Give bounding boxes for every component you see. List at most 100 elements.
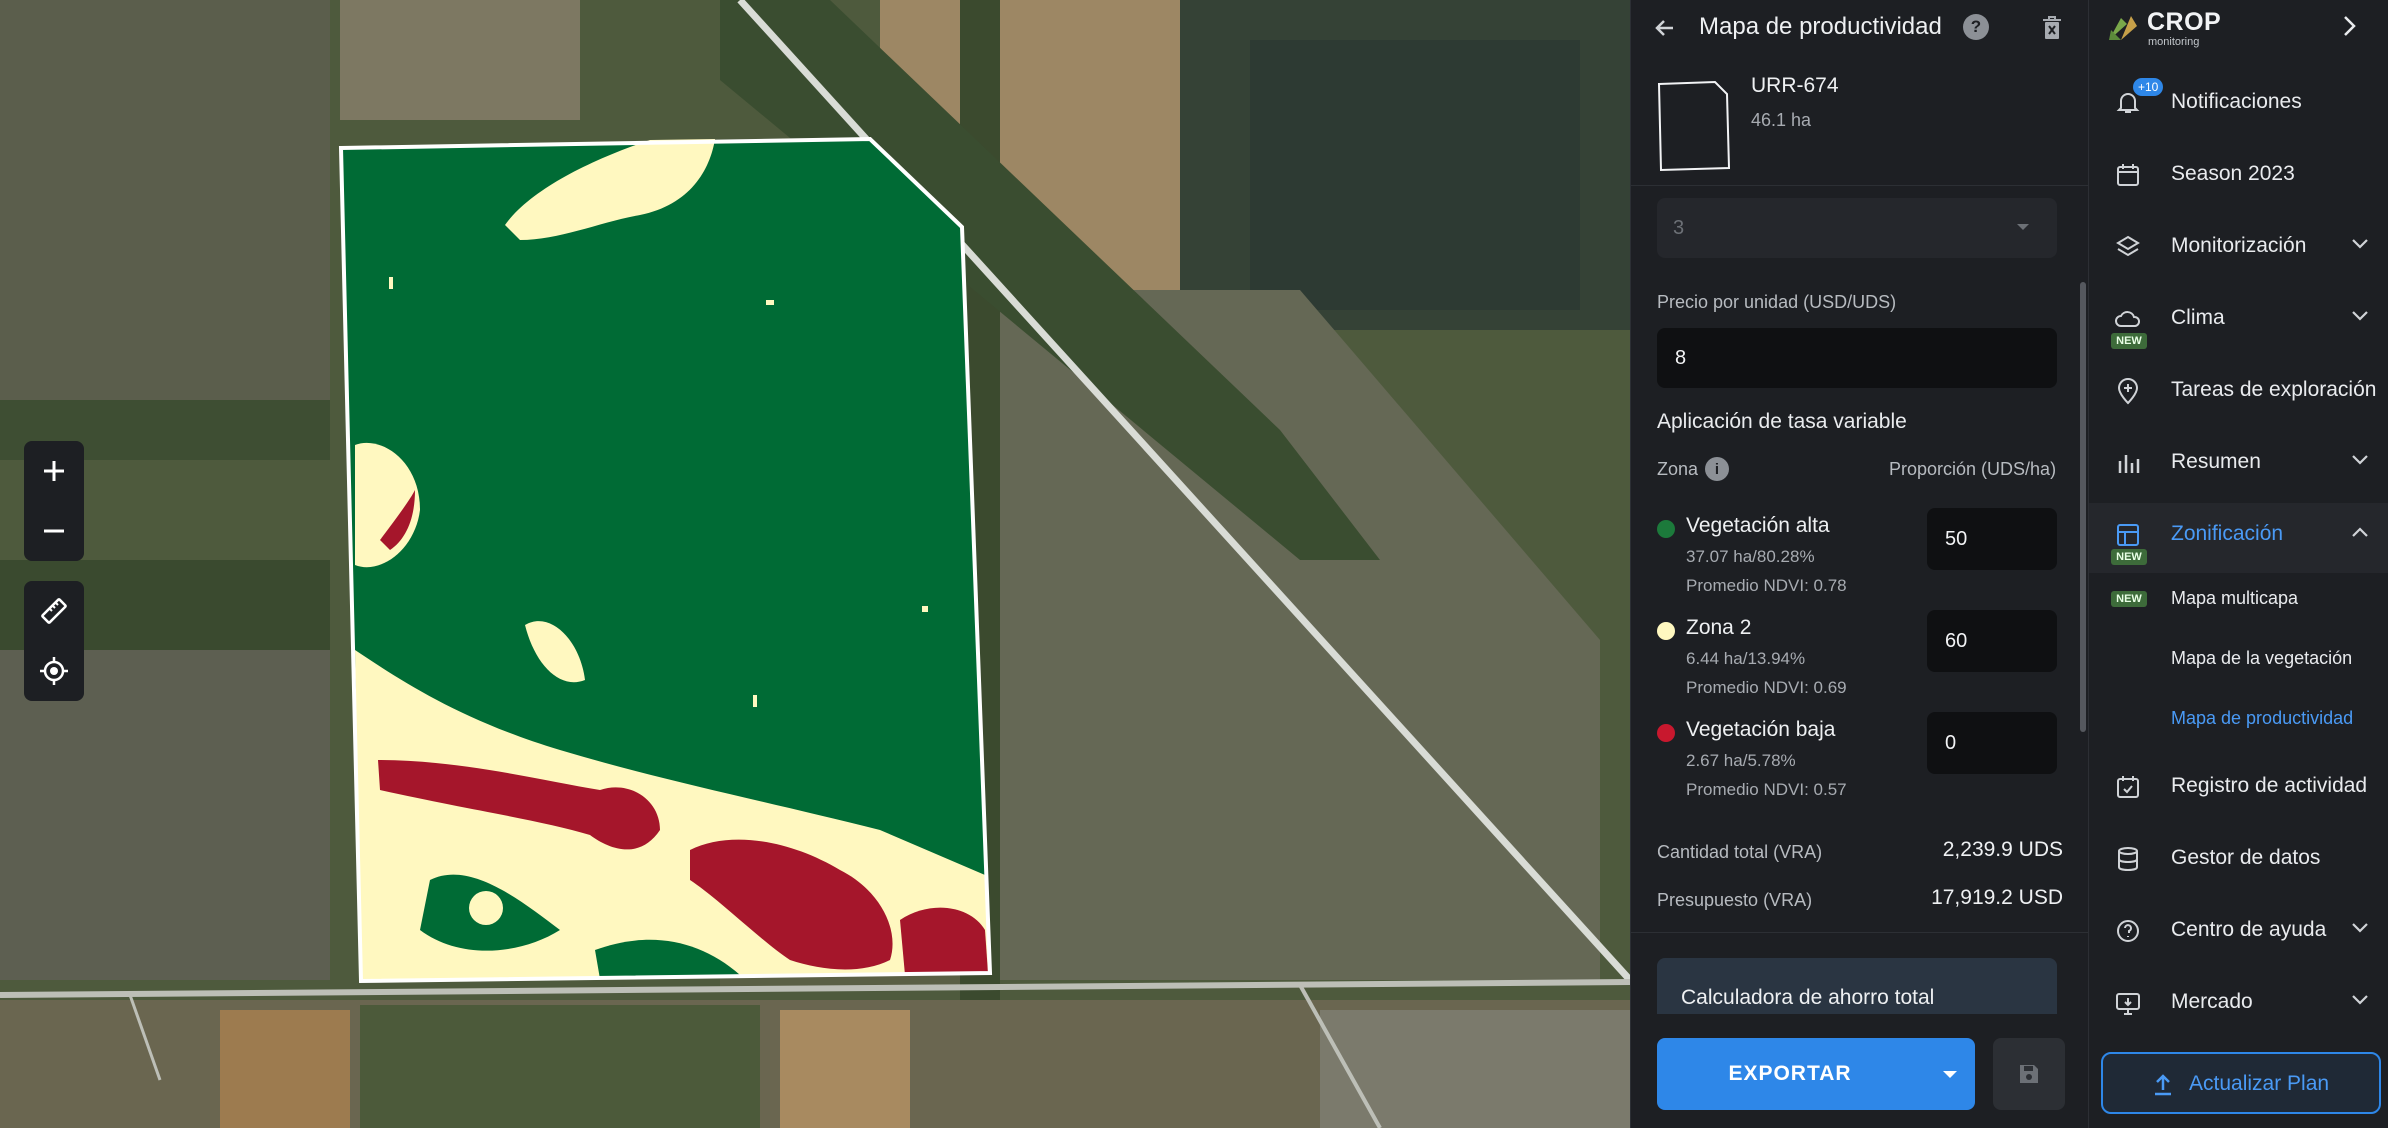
zone-color-dot [1657, 622, 1675, 640]
budget-value: 17,919.2 USD [1931, 886, 2063, 909]
zone-area: 6.44 ha/13.94% [1686, 649, 1806, 668]
scrollbar[interactable] [2080, 282, 2086, 732]
notification-badge: +10 [2133, 78, 2164, 96]
zone-row: Zona 2 6.44 ha/13.94% Promedio NDVI: 0.6… [1631, 610, 2089, 718]
zone-name: Zona 2 [1686, 616, 1752, 639]
crosshair-icon [40, 657, 68, 685]
minus-icon [44, 529, 64, 533]
nav-sub-vegetation[interactable]: Mapa de la vegetación [2171, 648, 2352, 669]
nav-sub-multilayer[interactable]: Mapa multicapa [2171, 588, 2298, 609]
chevron-up-icon [2352, 527, 2368, 537]
nav-item-activity-log[interactable]: Registro de actividad [2089, 756, 2388, 816]
map-view[interactable] [0, 0, 1630, 1128]
zone-rate-input[interactable] [1927, 610, 2057, 672]
nav-label: Tareas de exploración [2171, 378, 2377, 401]
database-icon [2113, 844, 2143, 874]
upgrade-plan-button[interactable]: Actualizar Plan [2101, 1052, 2381, 1114]
zoom-out-button[interactable] [24, 501, 84, 561]
help-icon[interactable]: ? [1963, 14, 1989, 40]
chevron-down-icon [2352, 995, 2368, 1005]
upgrade-label: Actualizar Plan [2189, 1072, 2330, 1095]
zone-color-dot [1657, 520, 1675, 538]
nav-item-data-manager[interactable]: Gestor de datos [2089, 828, 2388, 888]
ruler-icon [41, 598, 67, 624]
new-badge: NEW [2111, 591, 2147, 607]
field-card[interactable]: URR-674 46.1 ha [1631, 60, 2089, 186]
savings-calculator[interactable]: Calculadora de ahorro total [1657, 958, 2057, 1014]
brand-name: CROP [2147, 8, 2222, 36]
chevron-down-icon [2352, 923, 2368, 933]
save-button[interactable] [1993, 1038, 2065, 1110]
layers-icon [2113, 232, 2143, 262]
chevron-down-icon [2017, 224, 2029, 230]
back-button[interactable] [1649, 12, 1681, 44]
zone-rate-input[interactable] [1927, 712, 2057, 774]
price-input-wrap [1657, 328, 2057, 388]
nav-label: Centro de ayuda [2171, 918, 2327, 941]
budget-row: Presupuesto (VRA) 17,919.2 USD [1657, 886, 2063, 916]
map-tools [24, 581, 84, 701]
nav-item-scouting[interactable]: Tareas de exploración [2089, 360, 2388, 420]
zones-count-value: 3 [1673, 217, 1685, 239]
help-circle-icon [2113, 916, 2143, 946]
zone-rate-wrap [1927, 712, 2057, 774]
info-icon[interactable]: i [1705, 457, 1729, 481]
nav-label: Registro de actividad [2171, 774, 2368, 797]
total-row: Cantidad total (VRA) 2,239.9 UDS [1657, 838, 2063, 868]
nav-item-monitoring[interactable]: Monitorización [2089, 216, 2388, 276]
monitor-icon [2113, 988, 2143, 1018]
nav-item-season[interactable]: Season 2023 [2089, 144, 2388, 204]
upload-icon [2155, 1074, 2171, 1096]
panel-header: Mapa de productividad ? [1631, 0, 2089, 56]
measure-button[interactable] [24, 581, 84, 641]
arrow-left-icon [1655, 20, 1673, 36]
nav-sub-productivity[interactable]: Mapa de productividad [2171, 708, 2353, 729]
rate-header: Proporción (UDS/ha) [1889, 459, 2057, 479]
export-button[interactable]: EXPORTAR [1657, 1038, 1975, 1110]
zone-rate-wrap [1927, 508, 2057, 570]
new-badge: NEW [2111, 549, 2147, 565]
zoom-in-button[interactable] [24, 441, 84, 501]
nav-label: Notificaciones [2171, 90, 2302, 113]
crop-logo-icon [2109, 16, 2137, 40]
field-shape-thumbnail [1657, 80, 1731, 172]
satellite-imagery [0, 0, 1630, 1128]
nav-label: Zonificación [2171, 522, 2284, 545]
divider [1631, 932, 2089, 933]
price-input[interactable] [1657, 328, 2057, 388]
nav-item-help-center[interactable]: Centro de ayuda [2089, 900, 2388, 960]
chevron-down-icon [2352, 239, 2368, 249]
vra-title: Aplicación de tasa variable [1657, 410, 1907, 433]
zone-ndvi: Promedio NDVI: 0.78 [1686, 576, 1847, 595]
zone-name: Vegetación baja [1686, 718, 1836, 741]
delete-button[interactable] [2037, 12, 2067, 44]
nav-label: Resumen [2171, 450, 2261, 473]
zones-count-select[interactable]: 3 [1657, 198, 2057, 258]
zone-row: Vegetación baja 2.67 ha/5.78% Promedio N… [1631, 712, 2089, 820]
collapse-nav-button[interactable] [2333, 10, 2365, 42]
panel-scroll-area[interactable]: 3 Precio por unidad (USD/UDS) Aplicación… [1631, 186, 2089, 1014]
locate-button[interactable] [24, 641, 84, 701]
nav-label: Mercado [2171, 990, 2253, 1013]
save-icon [2020, 1065, 2038, 1083]
bar-chart-icon [2113, 448, 2143, 478]
nav-item-market[interactable]: Mercado [2089, 972, 2388, 1032]
chevron-down-icon [2352, 455, 2368, 465]
zone-color-dot [1657, 724, 1675, 742]
chevron-down-icon[interactable] [1943, 1071, 1957, 1078]
nav-item-summary[interactable]: Resumen [2089, 432, 2388, 492]
zoom-controls [24, 441, 84, 561]
nav-label: Clima [2171, 306, 2225, 329]
zone-ndvi: Promedio NDVI: 0.57 [1686, 780, 1847, 799]
trash-icon [2043, 16, 2061, 39]
zone-ndvi: Promedio NDVI: 0.69 [1686, 678, 1847, 697]
field-area: 46.1 ha [1751, 110, 1812, 130]
productivity-field[interactable] [338, 136, 993, 984]
zone-header: Zona [1657, 459, 1699, 479]
total-label: Cantidad total (VRA) [1657, 842, 1823, 862]
price-label: Precio por unidad (USD/UDS) [1657, 292, 1897, 312]
zone-rate-input[interactable] [1927, 508, 2057, 570]
map-pin-icon [2113, 376, 2143, 406]
panel-title: Mapa de productividad [1699, 13, 1942, 40]
field-name: URR-674 [1751, 74, 1839, 97]
